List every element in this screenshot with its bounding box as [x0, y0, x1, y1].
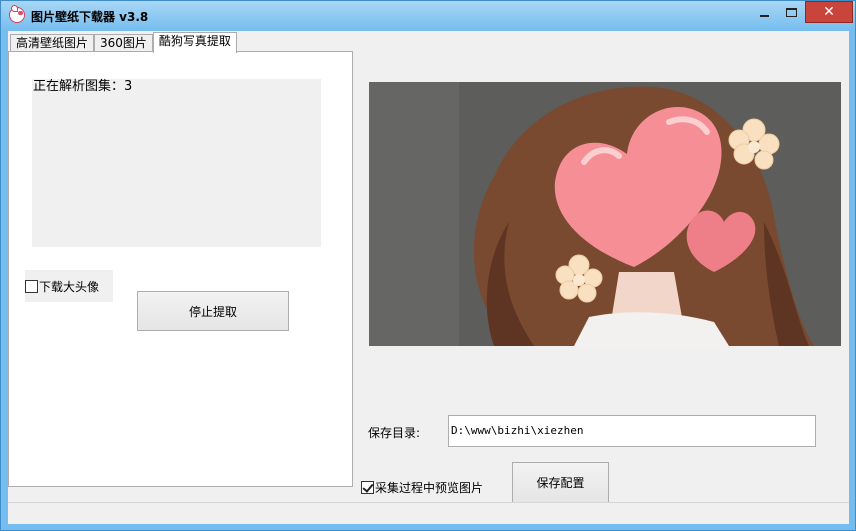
- stop-extract-button[interactable]: 停止提取: [137, 291, 289, 331]
- client-area: 高清壁纸图片 360图片 酷狗写真提取 正在解析图集：3 下载大头像 停止提取: [8, 31, 849, 524]
- preview-illustration: [369, 82, 841, 346]
- tab-strip: 高清壁纸图片 360图片 酷狗写真提取: [10, 32, 237, 53]
- save-dir-input[interactable]: D:\www\bizhi\xiezhen: [448, 415, 816, 447]
- log-text: 正在解析图集：3: [33, 79, 133, 94]
- tab-kugou-photos[interactable]: 酷狗写真提取: [152, 32, 237, 53]
- save-dir-label: 保存目录:: [368, 426, 421, 440]
- preview-during-collect-checkbox[interactable]: 采集过程中预览图片: [361, 479, 483, 495]
- preview-checkbox-label: 采集过程中预览图片: [375, 480, 484, 495]
- minimize-button[interactable]: [750, 1, 778, 23]
- title-bar[interactable]: 图片壁纸下载器 v3.8 ✕: [1, 1, 855, 31]
- log-box: 正在解析图集：3: [32, 79, 321, 247]
- maximize-icon: [786, 7, 797, 17]
- minimize-icon: [759, 15, 769, 17]
- status-bar: [8, 502, 849, 524]
- close-button[interactable]: ✕: [805, 1, 853, 23]
- close-icon: ✕: [823, 4, 835, 20]
- download-avatar-checkbox[interactable]: 下载大头像: [25, 270, 113, 302]
- preview-image: [369, 82, 841, 346]
- hello-kitty-icon: [9, 5, 25, 23]
- maximize-button[interactable]: [778, 1, 805, 23]
- preview-checkbox-box[interactable]: [361, 480, 374, 494]
- tab-panel: 正在解析图集：3 下载大头像 停止提取: [8, 51, 353, 487]
- window-title: 图片壁纸下载器 v3.8: [31, 10, 149, 24]
- download-avatar-box[interactable]: [25, 279, 38, 293]
- download-avatar-label: 下载大头像: [39, 279, 100, 294]
- app-window: 图片壁纸下载器 v3.8 ✕ 高清壁纸图片 360图片 酷狗写真提取 正在解析图…: [0, 0, 856, 531]
- save-config-button[interactable]: 保存配置: [512, 462, 609, 503]
